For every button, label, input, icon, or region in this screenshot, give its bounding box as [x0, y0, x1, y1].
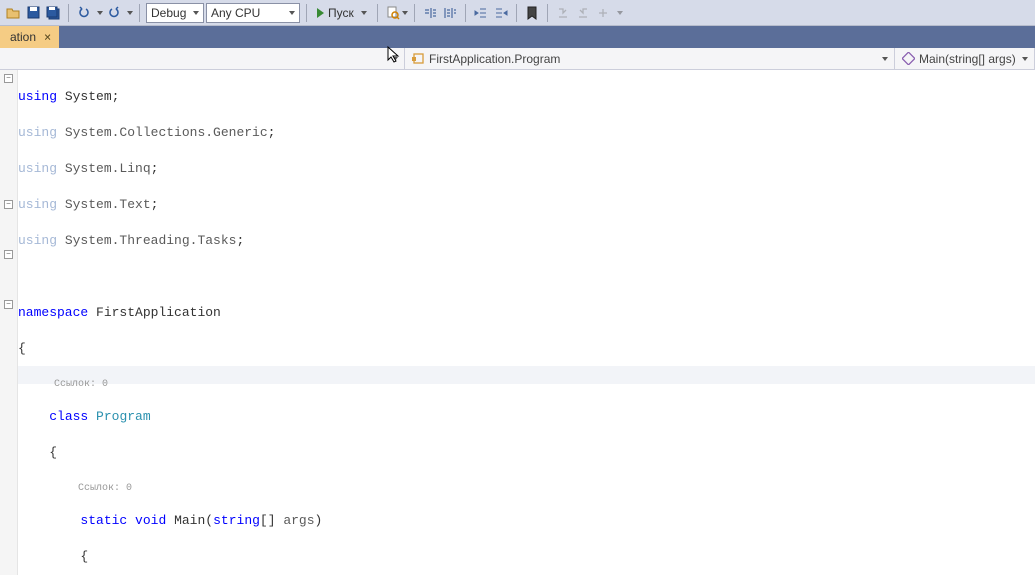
comment-icon[interactable] — [421, 4, 439, 22]
nav-class-combo[interactable]: FirstApplication.Program — [405, 48, 895, 69]
nav-project-combo[interactable] — [0, 48, 405, 69]
separator — [306, 4, 307, 22]
chevron-down-icon[interactable] — [127, 11, 133, 15]
separator — [377, 4, 378, 22]
separator — [516, 4, 517, 22]
document-tab-active[interactable]: ation × — [0, 26, 59, 48]
step-into-icon[interactable] — [554, 4, 572, 22]
separator — [139, 4, 140, 22]
start-label: Пуск — [328, 6, 354, 20]
solution-config-combo[interactable]: Debug — [146, 3, 204, 23]
uncomment-icon[interactable] — [441, 4, 459, 22]
bookmark-icon[interactable] — [523, 4, 541, 22]
chevron-down-icon[interactable] — [97, 11, 103, 15]
save-icon[interactable] — [24, 4, 42, 22]
fold-toggle[interactable]: − — [4, 200, 13, 209]
separator — [465, 4, 466, 22]
code-content: using System; using System.Collections.G… — [18, 70, 322, 575]
chevron-down-icon — [882, 57, 888, 61]
editor-gutter: − − − − — [0, 70, 18, 575]
combo-value: Debug — [151, 6, 186, 20]
chevron-down-icon[interactable] — [617, 11, 623, 15]
chevron-down-icon — [193, 11, 199, 15]
close-icon[interactable]: × — [40, 30, 55, 44]
step-out-icon[interactable] — [594, 4, 612, 22]
indent-left-icon[interactable] — [472, 4, 490, 22]
combo-value: FirstApplication.Program — [429, 52, 560, 66]
chevron-down-icon — [1022, 57, 1028, 61]
separator — [547, 4, 548, 22]
solution-platform-combo[interactable]: Any CPU — [206, 3, 300, 23]
save-all-icon[interactable] — [44, 4, 62, 22]
class-icon — [411, 52, 425, 66]
method-icon — [901, 52, 915, 66]
find-in-files-icon[interactable] — [384, 4, 402, 22]
main-toolbar: Debug Any CPU Пуск — [0, 0, 1035, 26]
chevron-down-icon — [289, 11, 295, 15]
combo-value: Any CPU — [211, 6, 260, 20]
tab-title: ation — [10, 30, 36, 44]
document-tab-strip: ation × — [0, 26, 1035, 48]
navigation-bar: FirstApplication.Program Main(string[] a… — [0, 48, 1035, 70]
codelens-references[interactable]: Ссылок: 0 — [54, 379, 108, 390]
step-over-icon[interactable] — [574, 4, 592, 22]
undo-button[interactable] — [75, 4, 103, 22]
separator — [68, 4, 69, 22]
play-icon — [317, 8, 324, 18]
code-editor[interactable]: − − − − using System; using System.Colle… — [0, 70, 1035, 575]
start-debug-button[interactable]: Пуск — [313, 3, 371, 23]
combo-value: Main(string[] args) — [919, 52, 1016, 66]
separator — [414, 4, 415, 22]
chevron-down-icon[interactable] — [402, 11, 408, 15]
chevron-down-icon — [392, 57, 398, 61]
codelens-references[interactable]: Ссылок: 0 — [78, 483, 132, 494]
redo-button[interactable] — [105, 4, 133, 22]
fold-toggle[interactable]: − — [4, 74, 13, 83]
open-folder-icon[interactable] — [4, 4, 22, 22]
indent-right-icon[interactable] — [492, 4, 510, 22]
fold-toggle[interactable]: − — [4, 250, 13, 259]
fold-toggle[interactable]: − — [4, 300, 13, 309]
nav-member-combo[interactable]: Main(string[] args) — [895, 48, 1035, 69]
chevron-down-icon[interactable] — [361, 11, 367, 15]
